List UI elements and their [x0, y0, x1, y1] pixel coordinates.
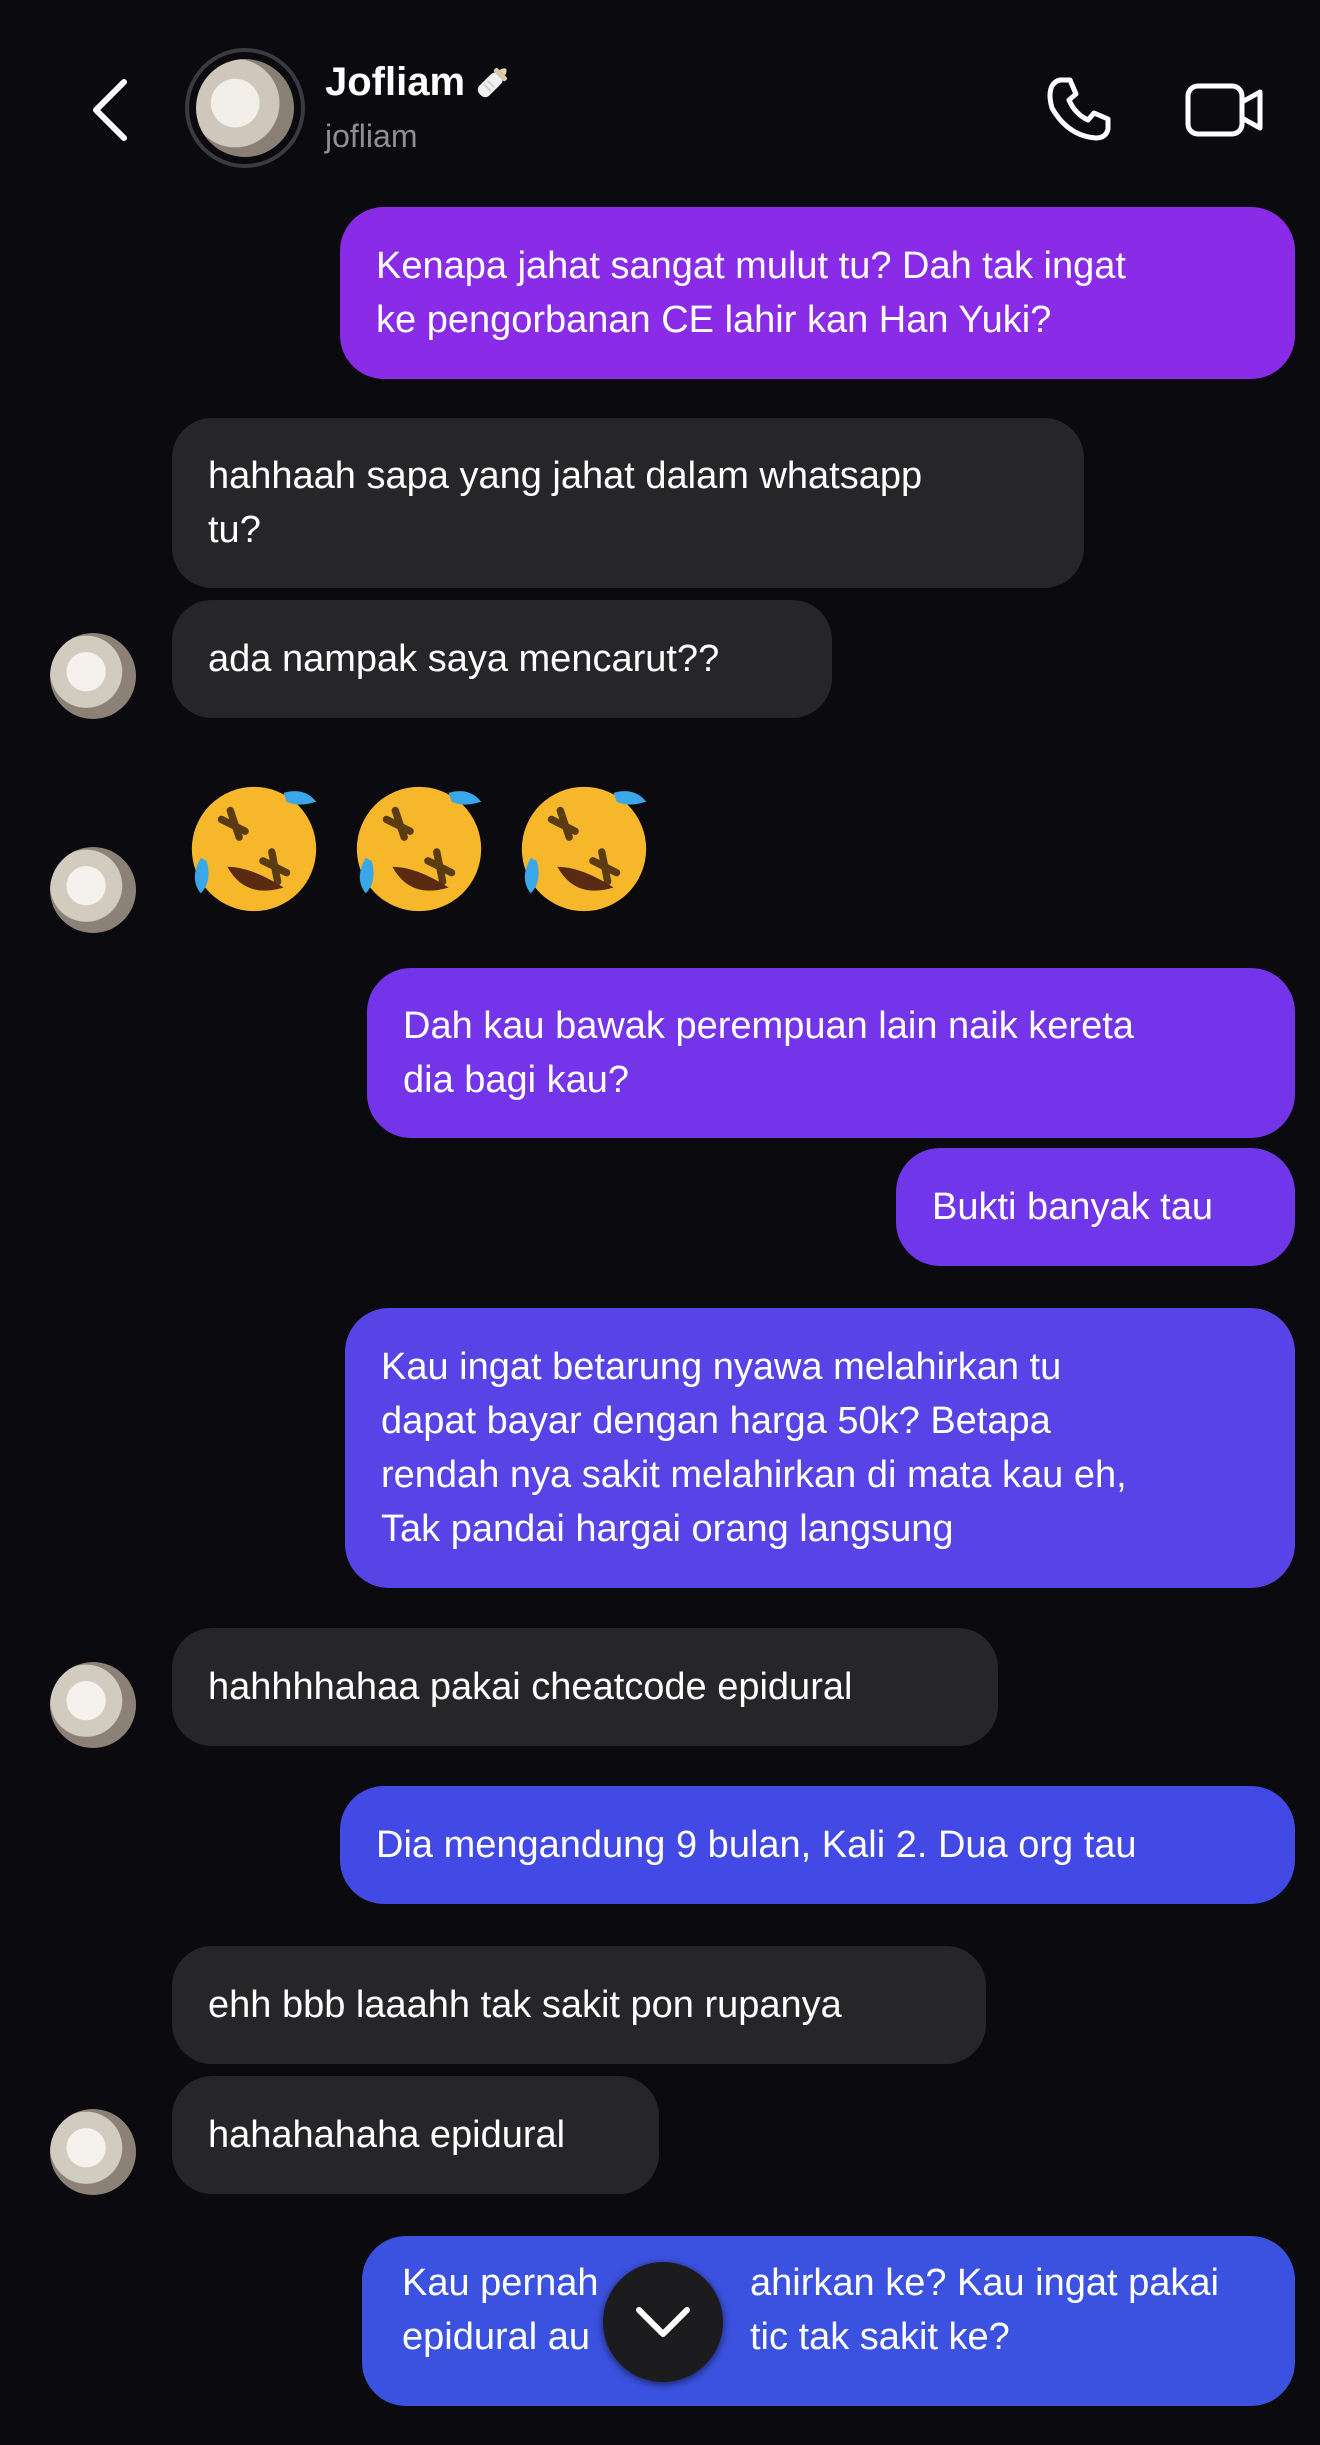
message-outgoing[interactable]: Kau pernah ahirkan ke? Kau ingat pakai e… — [362, 2236, 1295, 2406]
message-outgoing[interactable]: Dah kau bawak perempuan lain naik kereta… — [367, 968, 1295, 1138]
message-text: Dah kau bawak perempuan lain naik kereta… — [403, 1005, 1134, 1101]
message-text-fragment: ahirkan ke? Kau ingat pakai — [750, 2262, 1219, 2304]
message-incoming[interactable]: ehh bbb laaahh tak sakit pon rupanya — [172, 1946, 986, 2064]
voice-call-button[interactable] — [1038, 70, 1118, 150]
message-outgoing[interactable]: Bukti banyak tau — [896, 1148, 1295, 1266]
baby-bottle-icon — [477, 67, 508, 98]
chevron-left-icon — [93, 79, 127, 141]
video-camera-icon — [1185, 83, 1263, 137]
message-outgoing[interactable]: Kenapa jahat sangat mulut tu? Dah tak in… — [340, 207, 1295, 379]
message-text: Kau ingat betarung nyawa melahirkan tu d… — [381, 1346, 1127, 1550]
message-text: hahhhhahaa pakai cheatcode epidural — [208, 1666, 853, 1708]
message-text-fragment: epidural au — [402, 2316, 591, 2358]
chevron-down-icon — [636, 2307, 690, 2337]
message-line: Kau pernah ahirkan ke? Kau ingat pakai — [402, 2256, 1255, 2310]
message-outgoing[interactable]: Dia mengandung 9 bulan, Kali 2. Dua org … — [340, 1786, 1295, 1904]
message-text: Bukti banyak tau — [932, 1186, 1213, 1228]
message-text: Kenapa jahat sangat mulut tu? Dah tak in… — [376, 245, 1126, 341]
message-incoming[interactable]: hahhhhahaa pakai cheatcode epidural — [172, 1628, 998, 1746]
message-incoming[interactable]: ada nampak saya mencarut?? — [172, 600, 832, 718]
phone-icon — [1047, 77, 1111, 141]
message-text: hahahahaha epidural — [208, 2114, 566, 2156]
message-line: epidural au tic tak sakit ke? — [402, 2310, 1255, 2364]
message-text: Dia mengandung 9 bulan, Kali 2. Dua org … — [376, 1824, 1137, 1866]
rolling-on-floor-laughing-icon — [191, 786, 317, 912]
rolling-on-floor-laughing-icon — [521, 786, 647, 912]
chat-header: Jofliam jofliam — [0, 0, 1320, 190]
message-text-fragment: tic tak sakit ke? — [750, 2316, 1010, 2358]
chat-screen: Jofliam jofliam Kenapa jahat sangat mulu… — [0, 0, 1320, 2445]
message-text-fragment: Kau pernah — [402, 2262, 599, 2304]
message-incoming[interactable]: hahhaah sapa yang jahat dalam whatsapp t… — [172, 418, 1084, 588]
contact-name: Jofliam — [325, 59, 466, 104]
rolling-on-floor-laughing-icon — [356, 786, 482, 912]
message-text: ada nampak saya mencarut?? — [208, 638, 720, 680]
video-call-button[interactable] — [1180, 70, 1270, 150]
sender-avatar[interactable] — [50, 2109, 136, 2195]
back-button[interactable] — [80, 70, 140, 150]
scroll-to-bottom-button[interactable] — [603, 2262, 723, 2382]
contact-name-row[interactable]: Jofliam — [325, 58, 517, 106]
sender-avatar[interactable] — [50, 847, 136, 933]
message-incoming[interactable]: hahahahaha epidural — [172, 2076, 659, 2194]
sender-avatar[interactable] — [50, 633, 136, 719]
message-outgoing[interactable]: Kau ingat betarung nyawa melahirkan tu d… — [345, 1308, 1295, 1588]
sender-avatar[interactable] — [50, 1662, 136, 1748]
message-text: ehh bbb laaahh tak sakit pon rupanya — [208, 1984, 842, 2026]
contact-username: jofliam — [325, 118, 418, 154]
message-text: hahhaah sapa yang jahat dalam whatsapp t… — [208, 455, 923, 551]
profile-avatar[interactable] — [185, 48, 305, 168]
